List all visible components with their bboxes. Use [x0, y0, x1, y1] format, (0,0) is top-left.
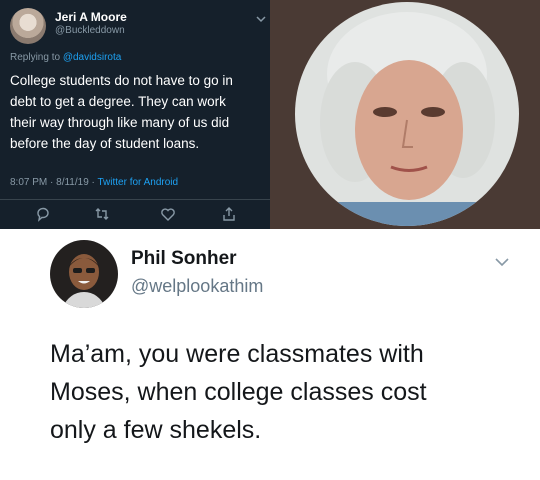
reply-icon[interactable] [35, 206, 51, 222]
profile-photo [295, 2, 519, 226]
original-tweet: Jeri A Moore @Buckleddown Replying to @d… [0, 0, 270, 229]
avatar[interactable] [50, 240, 118, 308]
author-name[interactable]: Jeri A Moore [55, 10, 127, 24]
author-name[interactable]: Phil Sonher [131, 248, 237, 270]
replying-handle-link[interactable]: @davidsirota [63, 52, 122, 63]
divider [0, 199, 270, 200]
retweet-icon[interactable] [94, 206, 110, 222]
author-handle[interactable]: @Buckleddown [55, 25, 125, 36]
share-icon[interactable] [221, 206, 237, 222]
author-handle[interactable]: @welplookathim [131, 276, 263, 297]
chevron-down-icon[interactable] [493, 256, 511, 268]
tweet-text: Ma’am, you were classmates with Moses, w… [50, 340, 427, 444]
replying-to: Replying to @davidsirota [10, 52, 121, 63]
client-link[interactable]: Twitter for Android [97, 177, 178, 188]
replying-prefix: Replying to [10, 52, 63, 63]
chevron-down-icon[interactable] [255, 13, 267, 25]
avatar[interactable] [10, 8, 46, 44]
tweet-meta: 8:07 PM · 8/11/19 · Twitter for Android [10, 177, 178, 188]
like-icon[interactable] [160, 206, 176, 222]
tweet-text: College students do not have to go in de… [10, 73, 233, 151]
timestamp: 8:07 PM · 8/11/19 · [10, 177, 98, 188]
